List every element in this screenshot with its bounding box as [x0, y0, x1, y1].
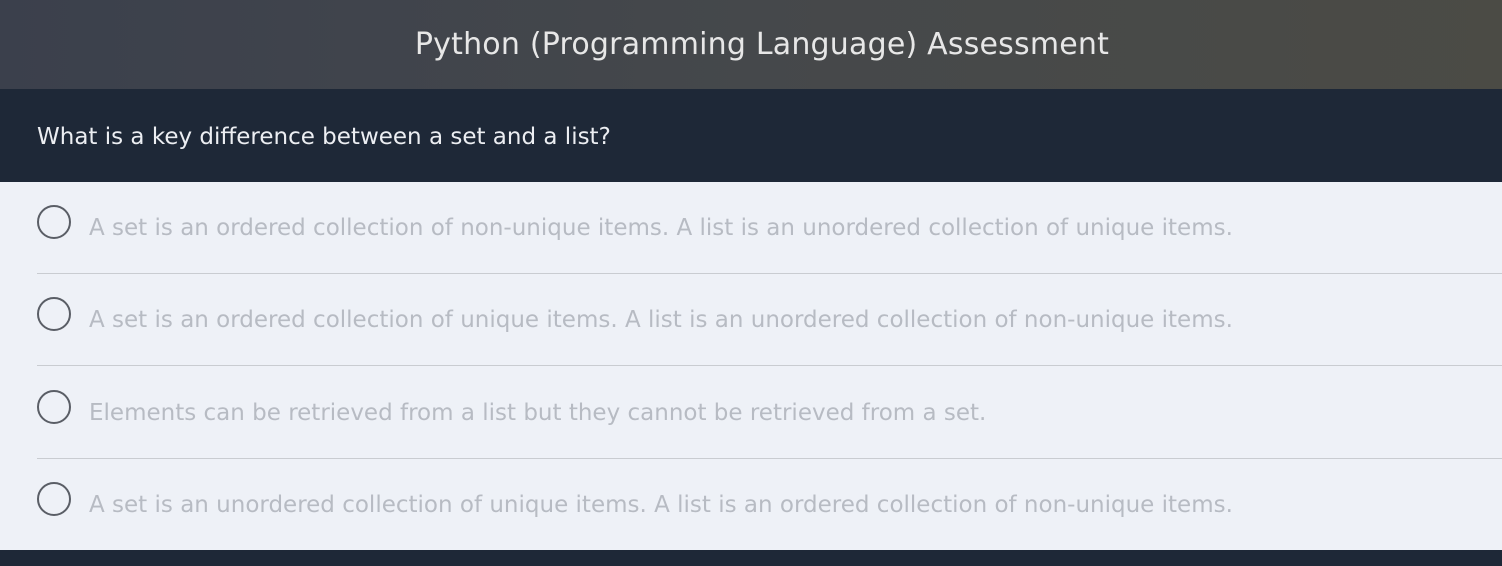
answer-option-label: Elements can be retrieved from a list bu… [89, 400, 987, 426]
answer-options: A set is an ordered collection of non-un… [0, 182, 1502, 550]
assessment-header: Python (Programming Language) Assessment [0, 0, 1502, 89]
answer-option-label: A set is an ordered collection of unique… [89, 307, 1233, 333]
radio-button-icon[interactable] [37, 205, 71, 239]
answer-option-label: A set is an unordered collection of uniq… [89, 492, 1233, 518]
question-text: What is a key difference between a set a… [37, 123, 611, 150]
footer-bar [0, 550, 1502, 566]
answer-option-3[interactable]: Elements can be retrieved from a list bu… [37, 367, 1502, 459]
radio-button-icon[interactable] [37, 390, 71, 424]
assessment-title: Python (Programming Language) Assessment [414, 27, 1110, 62]
answer-option-1[interactable]: A set is an ordered collection of non-un… [37, 182, 1502, 274]
radio-button-icon[interactable] [37, 297, 71, 331]
question-bar: What is a key difference between a set a… [0, 89, 1502, 182]
answer-option-2[interactable]: A set is an ordered collection of unique… [37, 274, 1502, 366]
answer-option-4[interactable]: A set is an unordered collection of uniq… [37, 459, 1502, 551]
answer-option-label: A set is an ordered collection of non-un… [89, 215, 1233, 241]
radio-button-icon[interactable] [37, 482, 71, 516]
